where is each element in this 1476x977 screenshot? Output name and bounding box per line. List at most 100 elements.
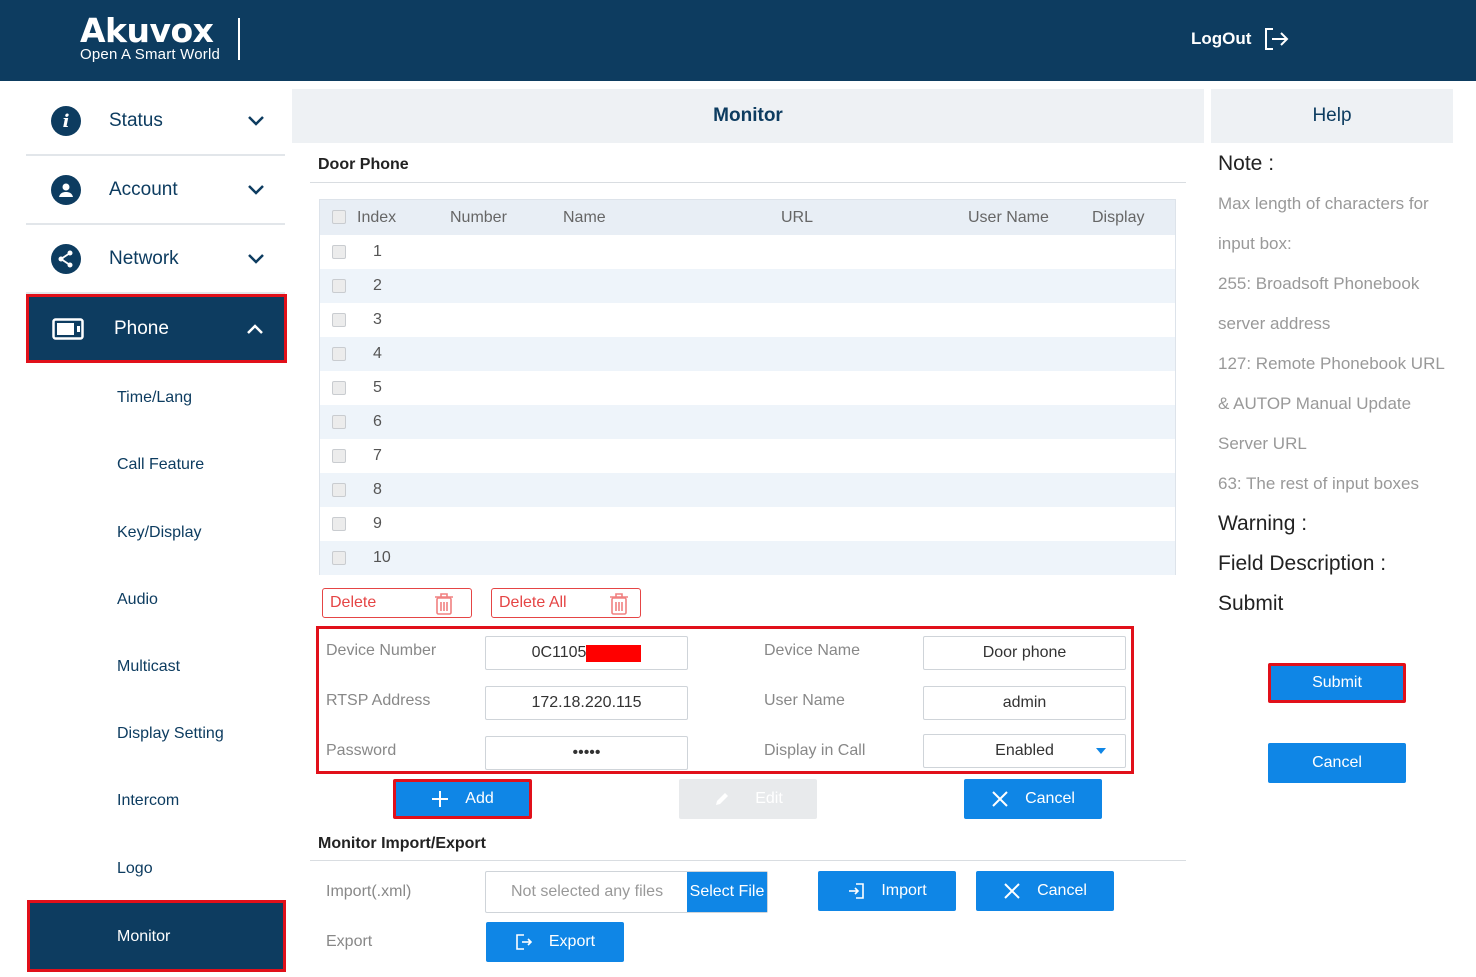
- rtsp-address-field[interactable]: 172.18.220.115: [485, 686, 688, 720]
- table-row[interactable]: 10: [320, 541, 1175, 575]
- submit-button[interactable]: Submit: [1268, 663, 1406, 703]
- logo-tagline: Open A Smart World: [80, 46, 221, 63]
- import-cancel-label: Cancel: [1037, 882, 1087, 899]
- sidebar-subitem-call-feature[interactable]: Call Feature: [117, 456, 204, 474]
- help-text: Server URL: [1218, 434, 1307, 453]
- table-row[interactable]: 9: [320, 507, 1175, 541]
- password-field[interactable]: •••••: [485, 736, 688, 770]
- export-icon: [516, 934, 533, 950]
- row-index: 5: [373, 379, 382, 396]
- table-row[interactable]: 6: [320, 405, 1175, 439]
- info-icon: i: [51, 106, 81, 136]
- password-label: Password: [326, 742, 397, 759]
- page-title-bar: Monitor: [292, 89, 1204, 143]
- device-number-field[interactable]: 0C1105: [485, 636, 688, 670]
- akuvox-logo: Akuvox Open A Smart World: [80, 14, 221, 63]
- user-name-label: User Name: [764, 692, 845, 709]
- sidebar-subitem-intercom[interactable]: Intercom: [117, 792, 179, 810]
- row-checkbox[interactable]: [332, 313, 346, 327]
- add-button[interactable]: Add: [393, 779, 532, 819]
- device-name-label: Device Name: [764, 642, 861, 659]
- display-in-call-select[interactable]: Enabled: [923, 734, 1126, 768]
- chevron-down-icon: [248, 185, 264, 195]
- table-row[interactable]: 5: [320, 371, 1175, 405]
- import-button[interactable]: Import: [818, 871, 956, 911]
- help-title-bar: Help: [1211, 89, 1453, 143]
- sidebar-item-label: Account: [109, 179, 178, 200]
- select-file-button[interactable]: Select File: [687, 872, 767, 912]
- row-checkbox[interactable]: [332, 245, 346, 259]
- sidebar-item-status[interactable]: i Status: [26, 88, 285, 156]
- delete-all-button[interactable]: Delete All: [491, 588, 641, 618]
- sidebar-item-label: Status: [109, 110, 163, 131]
- row-checkbox[interactable]: [332, 483, 346, 497]
- row-checkbox[interactable]: [332, 415, 346, 429]
- column-header-index: Index: [357, 209, 397, 226]
- trash-icon: [610, 593, 628, 615]
- chevron-down-icon: [248, 254, 264, 264]
- sidebar-item-label: Phone: [114, 317, 169, 339]
- sidebar-subitem-logo[interactable]: Logo: [117, 860, 153, 878]
- help-text: input box:: [1218, 234, 1292, 253]
- section-divider: [310, 182, 1186, 183]
- section-divider: [310, 860, 1186, 861]
- edit-button[interactable]: Edit: [679, 779, 817, 819]
- row-index: 2: [373, 277, 382, 294]
- table-row[interactable]: 7: [320, 439, 1175, 473]
- row-checkbox[interactable]: [332, 381, 346, 395]
- close-icon: [1004, 883, 1020, 899]
- table-row[interactable]: 8: [320, 473, 1175, 507]
- redaction-block: [586, 644, 642, 662]
- rtsp-address-label: RTSP Address: [326, 692, 431, 709]
- help-note: Note :: [1218, 152, 1275, 175]
- page-title: Monitor: [713, 105, 783, 126]
- sidebar-subitem-time-lang[interactable]: Time/Lang: [117, 389, 192, 407]
- column-header-number: Number: [450, 209, 507, 226]
- column-header-display: Display: [1092, 209, 1145, 226]
- row-index: 9: [373, 515, 382, 532]
- column-header-url: URL: [781, 209, 814, 226]
- sidebar-subitem-key-display[interactable]: Key/Display: [117, 524, 201, 542]
- row-index: 4: [373, 345, 382, 362]
- device-number-value: 0C1105: [531, 644, 587, 661]
- sidebar-subitem-multicast[interactable]: Multicast: [117, 658, 180, 676]
- import-cancel-button[interactable]: Cancel: [976, 871, 1114, 911]
- sidebar-item-network[interactable]: Network: [26, 226, 285, 294]
- sidebar-subitem-monitor[interactable]: Monitor: [27, 900, 286, 972]
- row-index: 7: [373, 447, 382, 464]
- device-name-field[interactable]: Door phone: [923, 636, 1126, 670]
- table-row[interactable]: 2: [320, 269, 1175, 303]
- sidebar-subitem-audio[interactable]: Audio: [117, 591, 158, 609]
- select-all-checkbox[interactable]: [332, 210, 346, 224]
- user-name-field[interactable]: admin: [923, 686, 1126, 720]
- row-checkbox[interactable]: [332, 517, 346, 531]
- export-button-label: Export: [548, 933, 596, 950]
- row-index: 8: [373, 481, 382, 498]
- table-row[interactable]: 4: [320, 337, 1175, 371]
- logout-button[interactable]: LogOut: [1191, 26, 1289, 52]
- row-checkbox[interactable]: [332, 279, 346, 293]
- sidebar-item-phone[interactable]: Phone: [26, 294, 287, 363]
- dropdown-caret-icon: [1096, 748, 1106, 754]
- export-button[interactable]: Export: [486, 922, 624, 962]
- sidebar-subitem-label: Monitor: [117, 928, 171, 945]
- delete-button[interactable]: Delete: [322, 588, 472, 618]
- row-checkbox[interactable]: [332, 347, 346, 361]
- cancel-button[interactable]: Cancel: [964, 779, 1102, 819]
- row-checkbox[interactable]: [332, 449, 346, 463]
- display-in-call-label: Display in Call: [764, 742, 866, 759]
- sidebar-subitem-display-setting[interactable]: Display Setting: [117, 725, 224, 743]
- plus-icon: [432, 791, 449, 807]
- sidebar: i Status Account Network Phone Time/Lang…: [0, 81, 292, 977]
- import-file-input[interactable]: Not selected any files Select File: [485, 871, 768, 913]
- help-field-description: Field Description :: [1218, 552, 1387, 575]
- pencil-icon: [716, 793, 729, 805]
- sidebar-item-account[interactable]: Account: [26, 157, 285, 225]
- row-checkbox[interactable]: [332, 551, 346, 565]
- table-row[interactable]: 1: [320, 235, 1175, 269]
- row-index: 3: [373, 311, 382, 328]
- page-cancel-button[interactable]: Cancel: [1268, 743, 1406, 783]
- logo-divider: [238, 18, 240, 60]
- cancel-label: Cancel: [1025, 790, 1075, 807]
- table-row[interactable]: 3: [320, 303, 1175, 337]
